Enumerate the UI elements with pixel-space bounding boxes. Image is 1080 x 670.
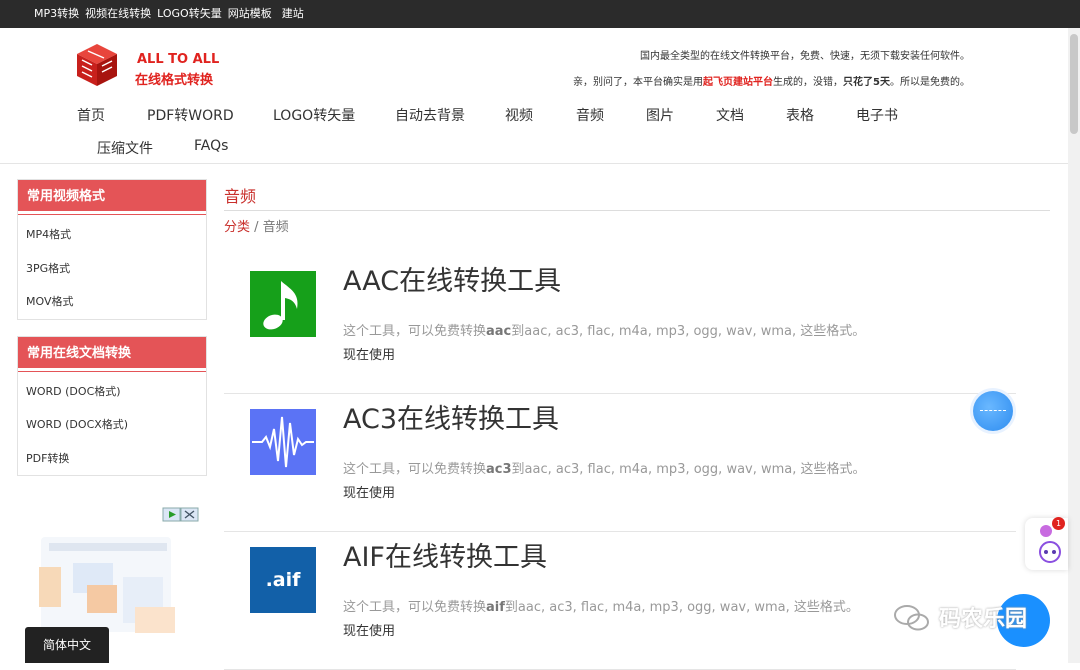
- sidebar-item-3pg[interactable]: 3PG格式: [18, 252, 206, 286]
- breadcrumb-category-link[interactable]: 分类: [224, 220, 250, 235]
- music-note-icon[interactable]: [250, 271, 316, 337]
- breadcrumb-current: 音频: [262, 220, 289, 235]
- tool-description-text: 到aac, ac3, flac, m4a, mp3, ogg, wav, wma…: [504, 600, 859, 615]
- sidebar-video-formats: 常用视频格式 MP4格式 3PG格式 MOV格式: [17, 179, 207, 320]
- logo-subtitle[interactable]: 在线格式转换: [135, 69, 213, 88]
- sidebar-item-word-docx[interactable]: WORD (DOCX格式): [18, 408, 206, 442]
- tool-description: 这个工具，可以免费转换aac到aac, ac3, flac, m4a, mp3,…: [343, 320, 865, 339]
- watermark-text: 码农乐园: [939, 607, 1028, 632]
- site-header: ALL TO ALL 在线格式转换 国内最全类型的在线文件转换平台，免费、快速，…: [0, 28, 1068, 164]
- tagline-emphasis: 只花了5天: [843, 77, 890, 88]
- sidebar-heading: 常用视频格式: [18, 180, 206, 214]
- nav-logo-vector[interactable]: LOGO转矢量: [273, 105, 355, 125]
- sidebar-doc-conversion: 常用在线文档转换 WORD (DOC格式) WORD (DOCX格式) PDF转…: [17, 335, 207, 476]
- scrollbar[interactable]: [1068, 28, 1080, 663]
- topbar-link-build[interactable]: 建站: [282, 7, 304, 20]
- tool-card-aac[interactable]: AAC在线转换工具 这个工具，可以免费转换aac到aac, ac3, flac,…: [224, 256, 1016, 394]
- scrollbar-thumb[interactable]: [1070, 34, 1078, 134]
- tool-name[interactable]: AAC在线转换工具: [343, 259, 561, 298]
- nav-remove-background[interactable]: 自动去背景: [395, 105, 465, 125]
- floating-widget-button[interactable]: [973, 391, 1013, 431]
- language-button[interactable]: 简体中文: [25, 627, 109, 663]
- top-bar: MP3转换 视频在线转换 LOGO转矢量 网站模板 建站: [0, 0, 1080, 28]
- tool-card-ac3[interactable]: AC3在线转换工具 这个工具，可以免费转换ac3到aac, ac3, flac,…: [224, 394, 1016, 532]
- breadcrumb: 分类 / 音频: [224, 216, 289, 235]
- use-now-link[interactable]: 现在使用: [343, 620, 395, 639]
- tagline-text: 亲，别问了，本平台确实是用: [573, 77, 704, 88]
- waveform-icon[interactable]: [250, 409, 316, 475]
- tool-description-text: 这个工具，可以免费转换: [343, 324, 487, 339]
- topbar-link-logo[interactable]: LOGO转矢量: [157, 7, 222, 20]
- nav-image[interactable]: 图片: [646, 105, 674, 125]
- title-divider: [224, 210, 1050, 211]
- nav-home[interactable]: 首页: [77, 105, 105, 125]
- sidebar-item-word-doc[interactable]: WORD (DOC格式): [18, 375, 206, 409]
- aif-file-icon[interactable]: .aif: [250, 547, 316, 613]
- nav-video[interactable]: 视频: [505, 105, 533, 125]
- breadcrumb-separator: /: [250, 220, 263, 235]
- sidebar-heading: 常用在线文档转换: [18, 336, 206, 371]
- sidebar-item-pdf[interactable]: PDF转换: [18, 442, 206, 476]
- nav-archive[interactable]: 压缩文件: [97, 138, 153, 158]
- logo-title[interactable]: ALL TO ALL: [137, 52, 219, 67]
- nav-spreadsheet[interactable]: 表格: [786, 105, 814, 125]
- tool-name[interactable]: AC3在线转换工具: [343, 397, 559, 436]
- nav-ebook[interactable]: 电子书: [856, 105, 898, 125]
- sidebar-item-mov[interactable]: MOV格式: [18, 285, 206, 319]
- nav-audio[interactable]: 音频: [576, 105, 604, 125]
- tool-description-text: 到aac, ac3, flac, m4a, mp3, ogg, wav, wma…: [511, 462, 866, 477]
- sidebar-item-mp4[interactable]: MP4格式: [18, 218, 206, 252]
- topbar-link-video[interactable]: 视频在线转换: [85, 7, 151, 20]
- tool-card-aif[interactable]: .aif AIF在线转换工具 这个工具，可以免费转换aif到aac, ac3, …: [224, 532, 1016, 670]
- tool-description-text: 这个工具，可以免费转换: [343, 462, 487, 477]
- nav-document[interactable]: 文档: [716, 105, 744, 125]
- advertisement[interactable]: [25, 507, 200, 643]
- tagline-text: 生成的，没错，: [773, 77, 844, 88]
- nav-pdf-to-word[interactable]: PDF转WORD: [147, 105, 234, 125]
- tool-description-text: 到aac, ac3, flac, m4a, mp3, ogg, wav, wma…: [511, 324, 866, 339]
- topbar-link-templates[interactable]: 网站模板: [228, 7, 272, 20]
- tagline: 国内最全类型的在线文件转换平台，免费、快速，无须下载安装任何软件。: [640, 51, 970, 62]
- tool-description: 这个工具，可以免费转换ac3到aac, ac3, flac, m4a, mp3,…: [343, 458, 866, 477]
- page-title: 音频: [224, 187, 257, 206]
- tagline-secondary: 亲，别问了，本平台确实是用起飞页建站平台生成的，没错，只花了5天。所以是免费的。: [573, 73, 970, 88]
- tool-name[interactable]: AIF在线转换工具: [343, 535, 547, 574]
- ad-image[interactable]: [25, 507, 200, 643]
- tool-description: 这个工具，可以免费转换aif到aac, ac3, flac, m4a, mp3,…: [343, 596, 859, 615]
- tool-format: ac3: [486, 462, 512, 477]
- use-now-link[interactable]: 现在使用: [343, 482, 395, 501]
- platform-link[interactable]: 起飞页建站平台: [703, 77, 773, 88]
- notification-badge: 1: [1052, 517, 1065, 530]
- wechat-icon: [894, 605, 929, 631]
- sidebar: 常用视频格式 MP4格式 3PG格式 MOV格式 常用在线文档转换 WORD (…: [17, 179, 207, 492]
- nav-faqs[interactable]: FAQs: [194, 138, 228, 154]
- cube-logo-icon[interactable]: [74, 42, 120, 88]
- dashed-line-icon: [980, 410, 1006, 411]
- tool-format: aac: [486, 324, 512, 339]
- use-now-link[interactable]: 现在使用: [343, 344, 395, 363]
- tagline-text: 。所以是免费的。: [890, 77, 970, 88]
- tool-description-text: 这个工具，可以免费转换: [343, 600, 487, 615]
- topbar-link-mp3[interactable]: MP3转换: [34, 7, 79, 20]
- tool-format: aif: [486, 600, 505, 615]
